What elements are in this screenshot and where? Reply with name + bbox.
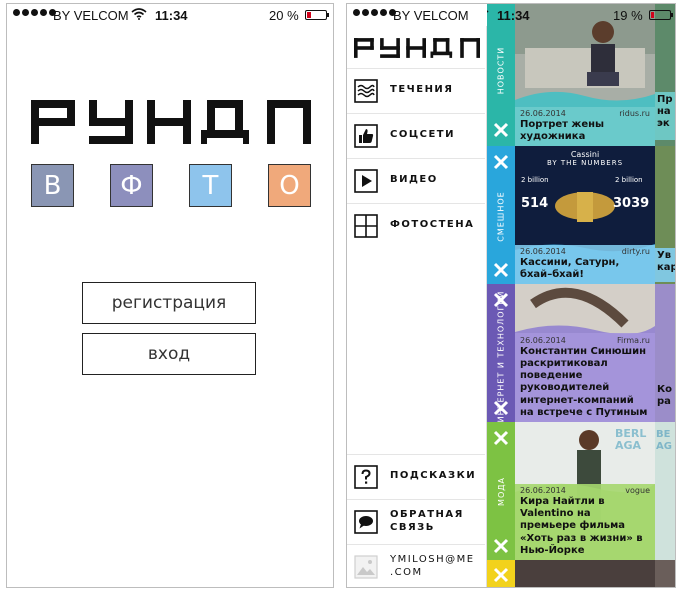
menu-label: ВИДЕО: [390, 174, 438, 186]
card-date: 26.06.2014: [520, 246, 566, 256]
card-source: ridus.ru: [619, 108, 650, 118]
peek-title: Ув кар: [655, 248, 675, 282]
infographic-sub: BY THE NUMBERS: [546, 159, 624, 167]
card-title: Портрет жены художника: [520, 118, 605, 142]
tech-card[interactable]: 26.06.2014 Firma.ru Константин Синюшин ра…: [515, 284, 655, 422]
menu-item-photowall[interactable]: ФОТОСТЕНА: [347, 203, 485, 247]
menu-item-trends[interactable]: ТЕЧЕНИЯ: [347, 68, 485, 112]
tools-icon[interactable]: [491, 260, 511, 280]
carrier-name: BY VELCOM: [53, 8, 129, 23]
menu-item-account[interactable]: YMILOSH@ME .COM: [347, 544, 485, 587]
twitter-login-button[interactable]: Т: [189, 164, 232, 207]
battery-level-fill: [651, 12, 654, 18]
status-time: 11:34: [497, 8, 530, 23]
feed-section-more: [487, 560, 675, 587]
login-screen: BY VELCOM 11:34 20 % В Ф Т О регистрация…: [6, 3, 334, 588]
vkontakte-login-button[interactable]: В: [31, 164, 74, 207]
battery-icon: [305, 10, 329, 20]
carrier-name: BY VELCOM: [393, 8, 469, 23]
card-caption: 26.06.2014 ridus.ru Портрет жены художник…: [515, 106, 655, 146]
card-source: vogue: [625, 486, 650, 496]
menu-item-feedback[interactable]: ОБРАТНАЯ СВЯЗЬ: [347, 499, 485, 543]
waves-icon: [354, 78, 378, 103]
status-bar: BY VELCOM: [347, 4, 487, 26]
rundl-logo: [354, 38, 480, 58]
card-date: 26.06.2014: [520, 335, 566, 345]
feed-section-tech: ИНТЕРНЕТ И ТЕХНОЛОГИИ 26.06.2014 Firma.ru…: [487, 284, 675, 422]
play-icon: [354, 168, 378, 193]
rundl-logo: [31, 100, 311, 144]
menu-item-hints[interactable]: ПОДСКАЗКИ: [347, 454, 485, 498]
infographic-number: 514: [521, 196, 549, 211]
feed-section-fashion: МОДА BERL AGA 26.06.2014 vogue Кира Найтл…: [487, 422, 675, 560]
battery-icon: [649, 10, 673, 20]
login-button[interactable]: вход: [82, 333, 256, 375]
next-card-peek[interactable]: [655, 560, 675, 587]
menu-item-social[interactable]: СОЦСЕТИ: [347, 113, 485, 157]
battery-percentage: 19 %: [613, 8, 643, 23]
infographic-stat: 2 billion: [521, 176, 549, 184]
peek-title: BE AG: [656, 429, 672, 452]
social-login-row: В Ф Т О: [31, 164, 311, 207]
card-source: Firma.ru: [617, 335, 650, 345]
battery-level-fill: [307, 12, 311, 18]
signal-strength-icon: [353, 9, 396, 16]
tools-icon[interactable]: [491, 536, 511, 556]
section-label: МОДА: [496, 476, 506, 506]
card-caption: 26.06.2014 Firma.ru Константин Синюшин ра…: [515, 332, 655, 422]
tools-icon[interactable]: [491, 565, 511, 585]
menu-label: ОБРАТНАЯ СВЯЗЬ: [390, 509, 464, 533]
menu-label: ФОТОСТЕНА: [390, 219, 475, 231]
section-label: СМЕШНОЕ: [496, 190, 506, 242]
card-date: 26.06.2014: [520, 108, 566, 118]
card-caption: 26.06.2014 vogue Кира Найтли в Valentino …: [515, 484, 655, 560]
status-time: 11:34: [155, 8, 188, 23]
card-source: dirty.ru: [621, 246, 650, 256]
battery-percentage: 20 %: [269, 8, 299, 23]
menu-label: СОЦСЕТИ: [390, 129, 455, 141]
menu-label: YMILOSH@ME .COM: [390, 554, 475, 578]
infographic-number: 3039: [613, 196, 650, 211]
infographic-head: Cassini: [570, 150, 600, 159]
next-card-peek[interactable]: Ув кар: [655, 146, 675, 284]
signal-strength-icon: [13, 9, 56, 16]
backdrop-text: BERL AGA: [615, 427, 647, 453]
funny-card[interactable]: Cassini BY THE NUMBERS 2 billion 2 billi…: [515, 146, 655, 284]
section-label: ИНТЕРНЕТ И ТЕХНОЛОГИИ: [496, 290, 506, 422]
menu-label: ПОДСКАЗКИ: [390, 470, 477, 482]
status-bar: BY VELCOM 11:34 20 %: [7, 4, 333, 26]
peek-title: Пр на эк: [655, 92, 675, 140]
fashion-card[interactable]: BERL AGA 26.06.2014 vogue Кира Найтли в V…: [515, 422, 655, 560]
feed-card-partial[interactable]: [515, 560, 655, 587]
tools-icon[interactable]: [491, 398, 511, 418]
infographic-stat: 2 billion: [615, 176, 643, 184]
side-menu: BY VELCOM ТЕЧЕНИЯ СОЦСЕТИ ВИДЕО ФОТОСТЕН…: [347, 4, 487, 587]
menu-screen: НОВОСТИ 26.06.2014 ridus.ru Портрет жены …: [346, 3, 676, 588]
question-icon: [354, 464, 378, 489]
card-title: Кассини, Сатурн, бхай–бхай!: [520, 256, 620, 280]
thumbs-up-icon: [354, 123, 378, 148]
menu-label: ТЕЧЕНИЯ: [390, 84, 454, 96]
odnoklassniki-login-button[interactable]: О: [268, 164, 311, 207]
register-button[interactable]: регистрация: [82, 282, 256, 324]
facebook-login-button[interactable]: Ф: [110, 164, 153, 207]
feed-section-funny: СМЕШНОЕ Cassini BY THE NUMBERS 2 billion…: [487, 146, 675, 284]
next-card-peek[interactable]: Ко ра: [655, 284, 675, 422]
photo-grid-icon: [354, 213, 378, 238]
collapse-tools-icon[interactable]: [491, 120, 511, 140]
news-feed: НОВОСТИ 26.06.2014 ridus.ru Портрет жены …: [487, 4, 675, 587]
next-card-peek[interactable]: BE AG: [655, 422, 675, 560]
card-caption: 26.06.2014 dirty.ru Кассини, Сатурн, бхай…: [515, 244, 655, 284]
card-date: 26.06.2014: [520, 486, 566, 496]
section-label: НОВОСТИ: [496, 46, 506, 94]
wifi-icon: [131, 8, 147, 20]
card-title: Кира Найтли в Valentino на премьере филь…: [520, 496, 643, 556]
tools-icon[interactable]: [491, 428, 511, 448]
chat-bubble-icon: [354, 509, 378, 534]
menu-item-video[interactable]: ВИДЕО: [347, 158, 485, 202]
tools-icon[interactable]: [491, 152, 511, 172]
avatar-placeholder-icon: [354, 554, 378, 579]
peek-title: Ко ра: [657, 384, 673, 407]
card-title: Константин Синюшин раскритиковал поведен…: [520, 345, 648, 418]
